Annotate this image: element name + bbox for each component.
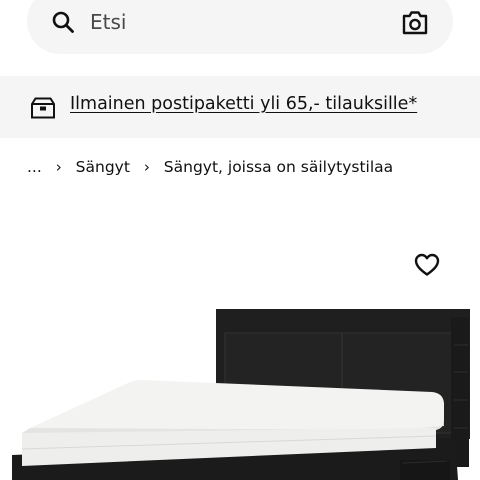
search-input[interactable] [90,8,370,36]
bed-product-image [12,309,470,480]
breadcrumb-ellipsis[interactable]: ... [27,158,42,176]
promo-banner: Ilmainen postipaketti yli 65,- tilauksil… [0,76,480,138]
breadcrumb-item-beds[interactable]: Sängyt [76,158,130,176]
chevron-right-icon: › [55,157,62,176]
search-icon[interactable] [51,10,75,34]
heart-icon[interactable] [414,253,440,277]
free-shipping-link[interactable]: Ilmainen postipaketti yli 65,- tilauksil… [70,94,417,114]
breadcrumb-item-storage-beds[interactable]: Sängyt, joissa on säilytystilaa [164,158,393,176]
chevron-right-icon: › [143,157,150,176]
breadcrumb: ... › Sängyt › Sängyt, joissa on säilyty… [27,157,393,179]
camera-icon[interactable] [401,10,429,36]
delivery-box-icon [31,97,55,119]
search-bar[interactable] [27,0,453,54]
